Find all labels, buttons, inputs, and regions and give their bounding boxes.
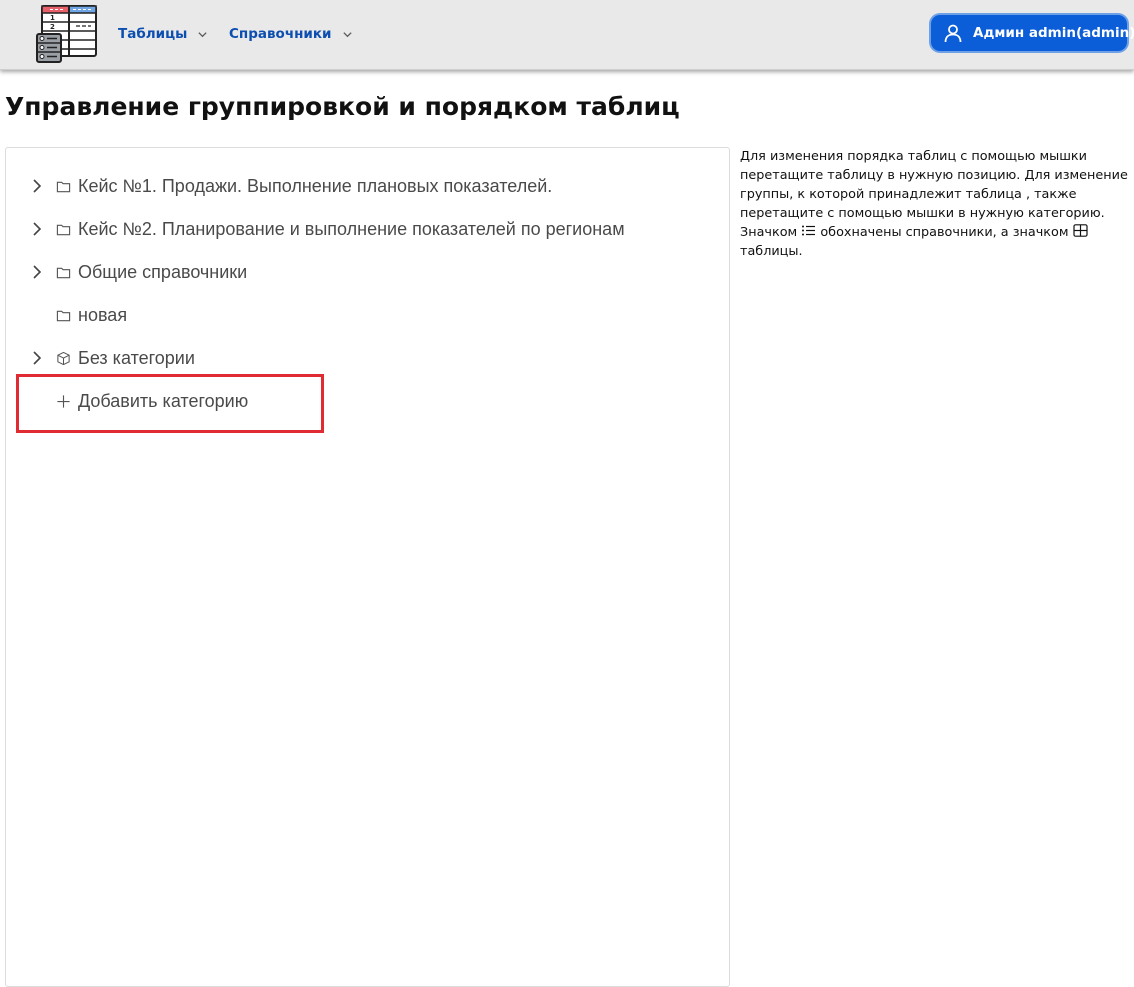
folder-icon (56, 267, 71, 278)
chevron-down-icon (198, 31, 207, 37)
highlight-box (16, 374, 324, 433)
chevron-right-icon[interactable] (28, 349, 46, 367)
top-navbar: 1 2 Таблицы Справочники Админ admin(admi… (0, 0, 1134, 70)
category-tree-panel: Кейс №1. Продажи. Выполнение плановых по… (5, 147, 730, 987)
folder-icon (56, 224, 71, 235)
chevron-down-icon (342, 31, 352, 37)
user-menu-button[interactable]: Админ admin(admin) (931, 15, 1134, 51)
help-text: Для изменения порядка таблиц с помощью м… (740, 147, 1130, 261)
tree-item-case-1[interactable]: Кейс №1. Продажи. Выполнение плановых по… (28, 174, 552, 198)
nav-menu-tables[interactable]: Таблицы (118, 24, 208, 44)
tree-item-label: Кейс №1. Продажи. Выполнение плановых по… (78, 175, 553, 196)
nav-menu-references[interactable]: Справочники (229, 24, 353, 44)
table-icon (1072, 224, 1088, 237)
page-title: Управление группировкой и порядком табли… (5, 92, 680, 121)
chevron-right-icon[interactable] (28, 177, 46, 195)
nav-menu-references-label: Справочники (229, 26, 332, 42)
tree-item-label: Общие справочники (78, 261, 248, 282)
user-icon (944, 24, 962, 43)
tree-item-label: Кейс №2. Планирование и выполнение показ… (78, 218, 625, 239)
chevron-right-icon[interactable] (28, 220, 46, 238)
svg-text:1: 1 (50, 14, 55, 22)
nav-menu-tables-label: Таблицы (118, 26, 188, 42)
box-icon (57, 351, 70, 365)
help-text-part2: обохначены справочники, а значком (820, 225, 1069, 240)
tree-item-new[interactable]: новая (28, 303, 127, 327)
folder-icon (56, 310, 71, 321)
tree-item-uncategorized[interactable]: Без категории (28, 346, 195, 370)
app-logo-icon[interactable]: 1 2 (36, 4, 98, 64)
tree-item-general-references[interactable]: Общие справочники (28, 260, 247, 284)
list-icon (802, 225, 816, 236)
chevron-right-icon[interactable] (28, 263, 46, 281)
svg-text:2: 2 (50, 23, 55, 31)
help-text-part3: таблицы. (740, 244, 803, 259)
folder-icon (56, 181, 71, 192)
tree-item-case-2[interactable]: Кейс №2. Планирование и выполнение показ… (28, 217, 625, 241)
tree-item-label: Без категории (78, 347, 195, 368)
user-menu-label: Админ admin(admin) (973, 25, 1134, 41)
tree-item-label: новая (78, 304, 128, 325)
